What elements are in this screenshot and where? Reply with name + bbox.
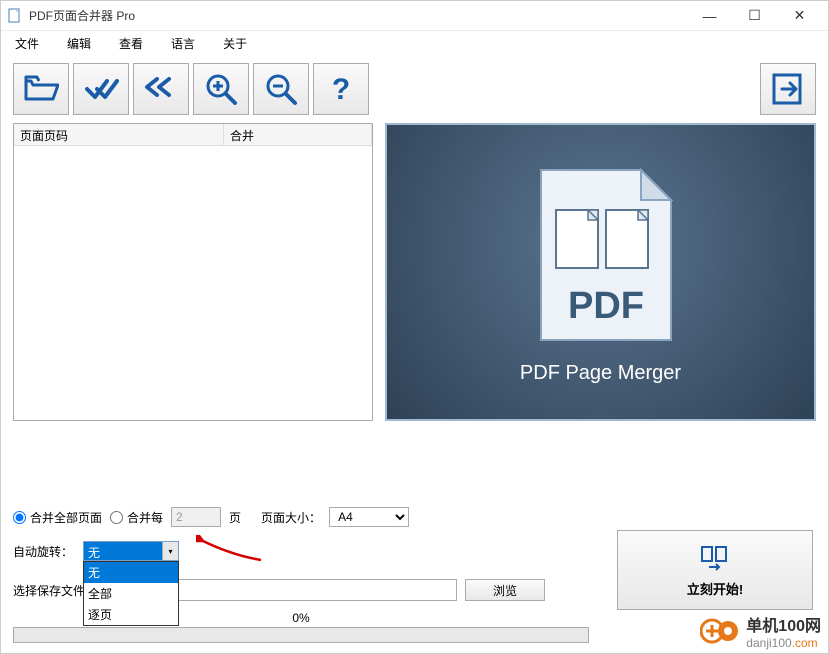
undo-arrows-icon <box>143 71 179 107</box>
progress-bar <box>13 627 589 643</box>
exit-button[interactable] <box>760 63 816 115</box>
watermark: 单机100网 danji100.com <box>700 612 821 650</box>
merge-all-radio[interactable]: 合并全部页面 <box>13 509 102 526</box>
watermark-logo-icon <box>700 614 740 648</box>
browse-button[interactable]: 浏览 <box>465 579 545 601</box>
col-merge[interactable]: 合并 <box>224 124 372 145</box>
dropdown-list: 无 全部 逐页 <box>83 561 179 626</box>
auto-rotate-dropdown[interactable]: 无 ▾ 无 全部 逐页 <box>83 541 179 561</box>
svg-text:PDF: PDF <box>568 285 644 327</box>
page-size-label: 页面大小： <box>261 509 321 526</box>
zoom-in-button[interactable] <box>193 63 249 115</box>
annotation-arrow-icon <box>196 535 266 565</box>
menu-about[interactable]: 关于 <box>217 33 253 54</box>
merge-options-row: 合并全部页面 合并每 页 页面大小： A4 <box>1 493 828 533</box>
menu-language[interactable]: 语言 <box>165 33 201 54</box>
menu-file[interactable]: 文件 <box>9 33 45 54</box>
watermark-cn: 单机100网 <box>746 612 821 636</box>
dropdown-option-none[interactable]: 无 <box>84 562 178 583</box>
dropdown-option-perpage[interactable]: 逐页 <box>84 604 178 625</box>
pages-unit-label: 页 <box>229 509 241 526</box>
folder-open-icon <box>23 71 59 107</box>
exit-icon <box>770 71 806 107</box>
preview-panel: PDF PDF Page Merger <box>385 123 816 421</box>
start-icon <box>700 543 730 573</box>
toolbar: ? <box>1 55 828 123</box>
chevron-down-icon: ▾ <box>162 542 178 560</box>
merge-every-radio[interactable]: 合并每 <box>110 509 163 526</box>
dropdown-selected: 无 <box>84 542 162 560</box>
watermark-en: danji100.com <box>746 636 821 650</box>
menu-edit[interactable]: 编辑 <box>61 33 97 54</box>
merge-every-input <box>171 507 221 527</box>
menubar: 文件 编辑 查看 语言 关于 <box>1 31 828 55</box>
titlebar: PDF页面合并器 Pro — ☐ ✕ <box>1 1 828 31</box>
zoom-out-button[interactable] <box>253 63 309 115</box>
help-button[interactable]: ? <box>313 63 369 115</box>
file-list-body[interactable] <box>14 146 372 420</box>
zoom-in-icon <box>203 71 239 107</box>
col-page-number[interactable]: 页面页码 <box>14 124 224 145</box>
svg-text:?: ? <box>332 73 350 106</box>
menu-view[interactable]: 查看 <box>113 33 149 54</box>
dropdown-option-all[interactable]: 全部 <box>84 583 178 604</box>
file-list-panel: 页面页码 合并 <box>13 123 373 421</box>
start-button[interactable]: 立刻开始! <box>617 530 813 610</box>
help-icon: ? <box>323 71 359 107</box>
page-size-select[interactable]: A4 <box>329 507 409 527</box>
double-check-icon <box>83 71 119 107</box>
confirm-button[interactable] <box>73 63 129 115</box>
pdf-merger-icon: PDF <box>511 160 691 350</box>
app-icon <box>7 8 23 24</box>
window-title: PDF页面合并器 Pro <box>29 7 687 24</box>
maximize-button[interactable]: ☐ <box>732 2 777 30</box>
preview-app-label: PDF Page Merger <box>520 362 681 385</box>
auto-rotate-label: 自动旋转： <box>13 541 73 560</box>
minimize-button[interactable]: — <box>687 2 732 30</box>
undo-button[interactable] <box>133 63 189 115</box>
zoom-out-icon <box>263 71 299 107</box>
close-button[interactable]: ✕ <box>777 2 822 30</box>
open-button[interactable] <box>13 63 69 115</box>
